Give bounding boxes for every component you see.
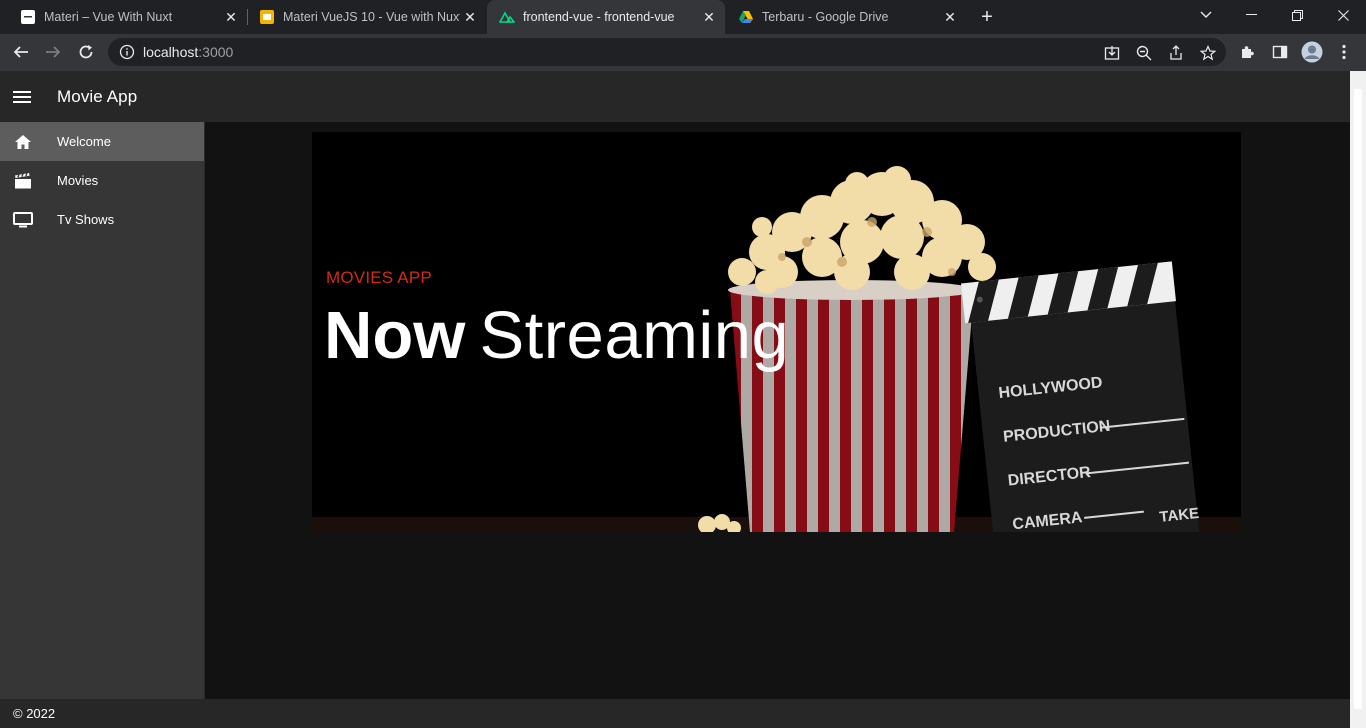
minimize-icon[interactable] (1228, 0, 1274, 30)
share-icon[interactable] (1167, 44, 1185, 62)
side-panel-icon[interactable] (1266, 38, 1294, 66)
tab-close-icon[interactable]: ✕ (699, 7, 719, 27)
tab-close-icon[interactable]: ✕ (940, 7, 960, 27)
tab-close-icon[interactable]: ✕ (460, 7, 480, 27)
copyright-text: © 2022 (13, 706, 56, 721)
profile-avatar-icon[interactable] (1298, 38, 1326, 66)
bookmark-star-icon[interactable] (1199, 44, 1217, 62)
nav-item-label: Tv Shows (57, 212, 115, 227)
slides-favicon-icon (260, 10, 274, 24)
menu-icon (13, 90, 31, 103)
tab-close-icon[interactable]: ✕ (221, 7, 241, 27)
install-app-icon[interactable] (1103, 44, 1121, 62)
browser-tab[interactable]: Terbaru - Google Drive ✕ (726, 0, 966, 34)
nav-item-label: Movies (57, 173, 99, 188)
clapperboard-icon (12, 170, 34, 192)
nuxt-favicon-icon (499, 11, 515, 23)
reload-icon[interactable] (72, 38, 100, 66)
drive-favicon-icon (739, 11, 753, 23)
back-icon[interactable] (7, 38, 35, 66)
tab-title: Materi VueJS 10 - Vue with Nuxt (283, 10, 460, 24)
restore-icon[interactable] (1274, 0, 1320, 30)
hero-heading-light: Streaming (479, 298, 790, 373)
browser-tab[interactable]: Materi VueJS 10 - Vue with Nuxt ✕ (239, 0, 486, 34)
browser-menu-icon[interactable] (1330, 38, 1358, 66)
url-host: localhost (143, 44, 199, 60)
hero-banner: HOLLYWOOD PRODUCTION DIRECTOR CAMERA TAK… (312, 132, 1241, 532)
browser-tab-active[interactable]: frontend-vue - frontend-vue ✕ (487, 0, 725, 34)
tab-search-icon[interactable] (1183, 0, 1229, 30)
forward-icon[interactable] (39, 38, 67, 66)
address-bar[interactable]: localhost:3000 (108, 38, 1226, 66)
browser-toolbar: localhost:3000 (0, 34, 1366, 71)
nav-item-tv-shows[interactable]: Tv Shows (0, 200, 204, 239)
hero-heading-bold: Now (324, 298, 466, 373)
close-window-icon[interactable] (1320, 0, 1366, 30)
hero-kicker: MOVIES APP (326, 268, 432, 287)
home-icon (12, 131, 34, 153)
extensions-icon[interactable] (1234, 38, 1262, 66)
navigation-drawer: Welcome Movies Tv Shows (0, 122, 205, 699)
zoom-icon[interactable] (1135, 44, 1153, 62)
browser-tab-strip: Materi – Vue With Nuxt ✕ Materi VueJS 10… (0, 0, 1366, 34)
hamburger-menu-button[interactable] (0, 75, 44, 119)
hero-heading: Now Streaming (324, 302, 789, 369)
new-tab-icon[interactable]: + (975, 5, 999, 29)
page-favicon-icon (21, 10, 35, 24)
tab-title: frontend-vue - frontend-vue (523, 10, 675, 24)
nav-item-label: Welcome (57, 134, 111, 149)
page-scrollbar[interactable] (1350, 71, 1366, 728)
tab-title: Terbaru - Google Drive (762, 10, 889, 24)
app-bar: Movie App (0, 71, 1350, 122)
url-text: localhost:3000 (143, 44, 233, 60)
scrollbar-thumb[interactable] (1354, 89, 1362, 709)
tab-title: Materi – Vue With Nuxt (44, 10, 173, 24)
app-title: Movie App (57, 86, 138, 106)
site-info-icon[interactable] (119, 44, 135, 60)
page-content: Movie App Welcome Movies Tv Shows HOLLYW… (0, 71, 1350, 728)
nav-item-welcome[interactable]: Welcome (0, 122, 204, 161)
nav-item-movies[interactable]: Movies (0, 161, 204, 200)
browser-tab[interactable]: Materi – Vue With Nuxt ✕ (0, 0, 247, 34)
app-footer: © 2022 (0, 699, 1350, 728)
tv-icon (12, 209, 34, 231)
url-port: :3000 (198, 44, 234, 60)
